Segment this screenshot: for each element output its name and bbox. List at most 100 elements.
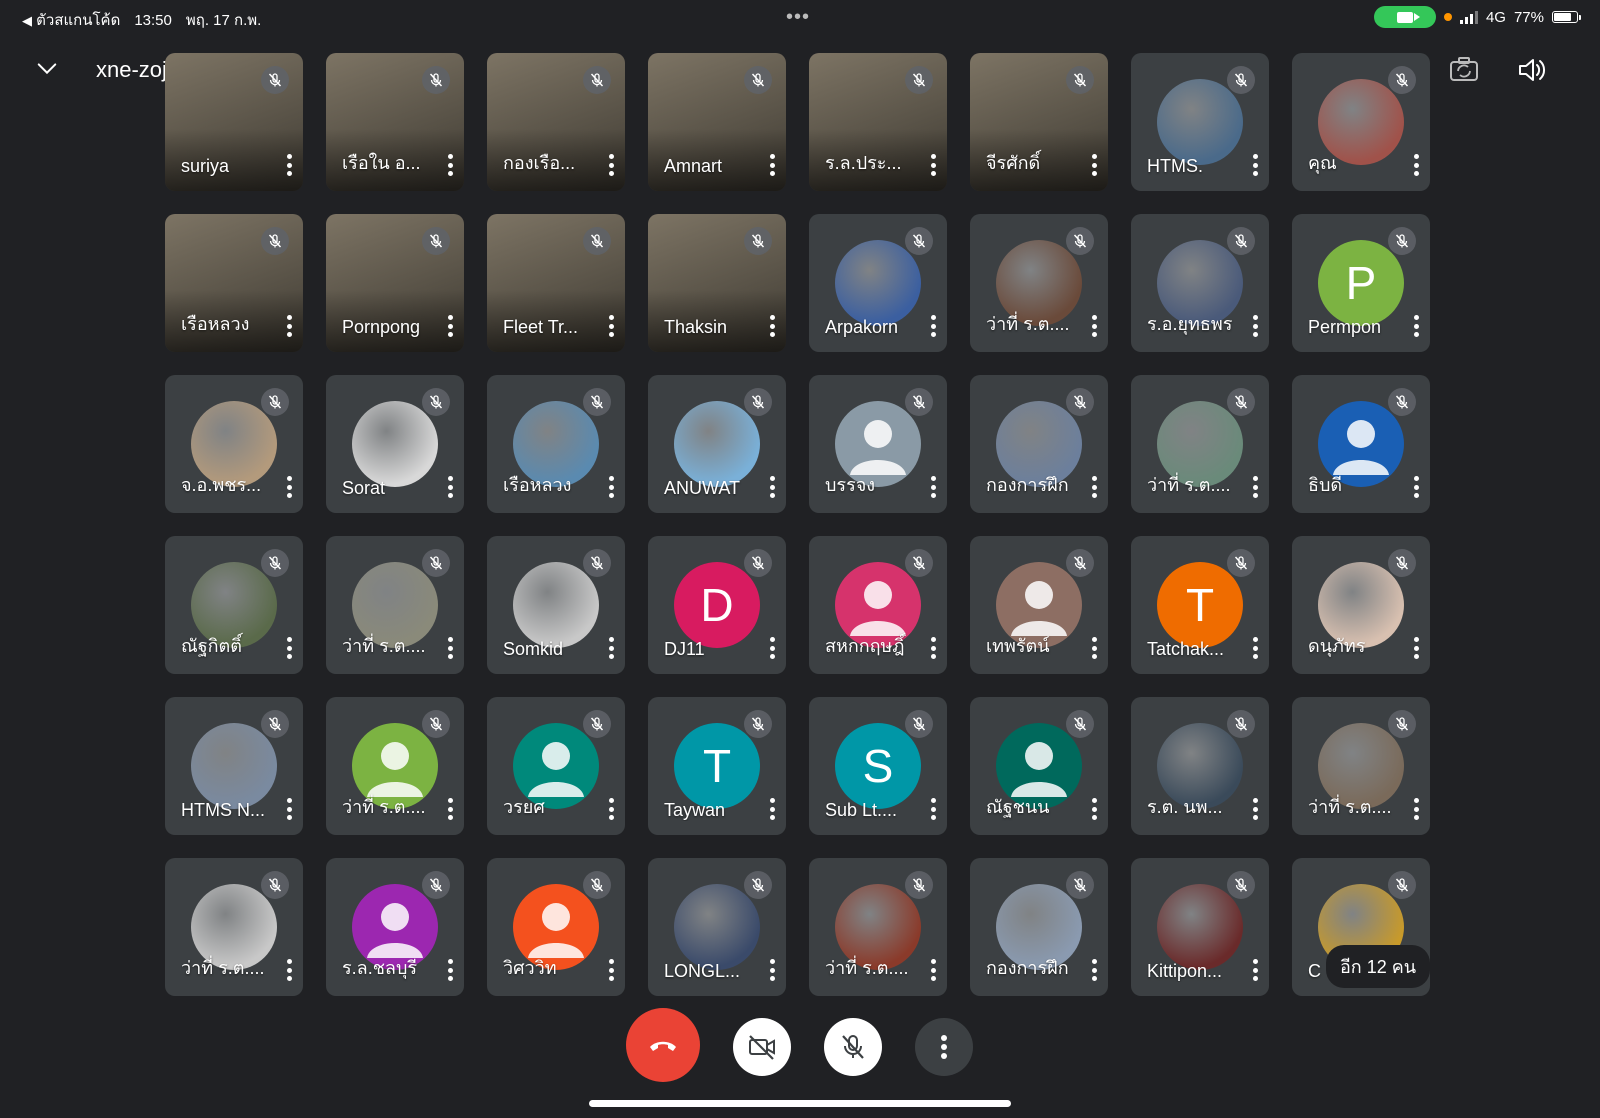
tile-more-icon[interactable] xyxy=(608,476,614,498)
participant-tile[interactable]: T Tatchak... xyxy=(1131,536,1269,674)
tile-more-icon[interactable] xyxy=(1091,154,1097,176)
tile-more-icon[interactable] xyxy=(769,154,775,176)
tile-more-icon[interactable] xyxy=(1091,798,1097,820)
participant-tile[interactable]: ร.ล.ชลบุรี xyxy=(326,858,464,996)
tile-more-icon[interactable] xyxy=(1413,637,1419,659)
tile-more-icon[interactable] xyxy=(1091,959,1097,981)
participant-tile[interactable]: เรือหลวง xyxy=(487,375,625,513)
more-options-button[interactable] xyxy=(915,1018,973,1076)
tile-more-icon[interactable] xyxy=(608,959,614,981)
participant-tile[interactable]: ณัฐชนน xyxy=(970,697,1108,835)
tile-more-icon[interactable] xyxy=(769,637,775,659)
tile-more-icon[interactable] xyxy=(608,637,614,659)
camera-in-use-icon[interactable] xyxy=(1373,6,1436,28)
tile-more-icon[interactable] xyxy=(769,959,775,981)
participant-tile[interactable]: กองเรือ... xyxy=(487,53,625,191)
tile-more-icon[interactable] xyxy=(1252,315,1258,337)
participant-tile[interactable]: LONGL... xyxy=(648,858,786,996)
tile-more-icon[interactable] xyxy=(769,476,775,498)
participant-tile[interactable]: สหกกฤษฎิ์ xyxy=(809,536,947,674)
chevron-down-icon[interactable] xyxy=(36,58,58,80)
tile-more-icon[interactable] xyxy=(608,315,614,337)
tile-more-icon[interactable] xyxy=(1252,154,1258,176)
tile-more-icon[interactable] xyxy=(447,798,453,820)
participant-tile[interactable]: Amnart xyxy=(648,53,786,191)
participant-tile[interactable]: คุณ xyxy=(1292,53,1430,191)
participant-tile[interactable]: T Taywan xyxy=(648,697,786,835)
tile-more-icon[interactable] xyxy=(930,798,936,820)
tile-more-icon[interactable] xyxy=(930,315,936,337)
participant-tile[interactable]: วิศววิท xyxy=(487,858,625,996)
participant-tile[interactable]: ดนุภัทร xyxy=(1292,536,1430,674)
participant-tile[interactable]: ว่าที่ ร.ต.... xyxy=(809,858,947,996)
participant-tile[interactable]: ว่าที่ ร.ต.... xyxy=(970,214,1108,352)
participant-tile[interactable]: C อีก 12 คน xyxy=(1292,858,1430,996)
tile-more-icon[interactable] xyxy=(930,637,936,659)
participant-tile[interactable]: วรยศ xyxy=(487,697,625,835)
tile-more-icon[interactable] xyxy=(286,315,292,337)
participant-tile[interactable]: HTMS. xyxy=(1131,53,1269,191)
home-indicator[interactable] xyxy=(589,1100,1011,1107)
tile-more-icon[interactable] xyxy=(930,959,936,981)
participant-tile[interactable]: ณัฐกิตติ์ xyxy=(165,536,303,674)
tile-more-icon[interactable] xyxy=(447,315,453,337)
participant-tile[interactable]: กองการฝึก xyxy=(970,375,1108,513)
tile-more-icon[interactable] xyxy=(286,154,292,176)
participant-tile[interactable]: จ.อ.พชร... xyxy=(165,375,303,513)
tile-more-icon[interactable] xyxy=(1413,315,1419,337)
participant-tile[interactable]: ANUWAT xyxy=(648,375,786,513)
participant-tile[interactable]: ธิบดี xyxy=(1292,375,1430,513)
participant-tile[interactable]: ร.อ.ยุทธพร xyxy=(1131,214,1269,352)
participant-tile[interactable]: จีรศักดิ์ xyxy=(970,53,1108,191)
participant-tile[interactable]: ว่าที่ ร.ต.... xyxy=(1131,375,1269,513)
tile-more-icon[interactable] xyxy=(447,637,453,659)
participant-tile[interactable]: เทพรัตน์ xyxy=(970,536,1108,674)
participant-tile[interactable]: Thaksin xyxy=(648,214,786,352)
tile-more-icon[interactable] xyxy=(1091,476,1097,498)
participant-tile[interactable]: กองการฝึก xyxy=(970,858,1108,996)
participant-tile[interactable]: ว่าที่ ร.ต.... xyxy=(326,697,464,835)
tile-more-icon[interactable] xyxy=(1413,154,1419,176)
tile-more-icon[interactable] xyxy=(1252,637,1258,659)
participant-tile[interactable]: ร.ล.ประ... xyxy=(809,53,947,191)
participant-tile[interactable]: Fleet Tr... xyxy=(487,214,625,352)
tile-more-icon[interactable] xyxy=(447,476,453,498)
tile-more-icon[interactable] xyxy=(1413,476,1419,498)
tile-more-icon[interactable] xyxy=(769,798,775,820)
back-to-app[interactable]: ◀ ตัวสแกนโค้ด xyxy=(22,8,120,32)
tile-more-icon[interactable] xyxy=(608,798,614,820)
camera-toggle-button[interactable] xyxy=(733,1018,791,1076)
participant-tile[interactable]: Sorat xyxy=(326,375,464,513)
tile-more-icon[interactable] xyxy=(1252,476,1258,498)
participant-tile[interactable]: ว่าที่ ร.ต.... xyxy=(326,536,464,674)
participant-tile[interactable]: ว่าที่ ร.ต.... xyxy=(1292,697,1430,835)
tile-more-icon[interactable] xyxy=(286,798,292,820)
switch-camera-icon[interactable] xyxy=(1448,54,1480,86)
multitask-dots-icon[interactable]: ••• xyxy=(786,6,810,29)
tile-more-icon[interactable] xyxy=(1252,798,1258,820)
tile-more-icon[interactable] xyxy=(286,476,292,498)
mic-toggle-button[interactable] xyxy=(824,1018,882,1076)
participant-tile[interactable]: Pornpong xyxy=(326,214,464,352)
tile-more-icon[interactable] xyxy=(608,154,614,176)
tile-more-icon[interactable] xyxy=(769,315,775,337)
participant-tile[interactable]: ว่าที่ ร.ต.... xyxy=(165,858,303,996)
participant-tile[interactable]: D DJ11 xyxy=(648,536,786,674)
tile-more-icon[interactable] xyxy=(930,476,936,498)
tile-more-icon[interactable] xyxy=(1413,798,1419,820)
participant-tile[interactable]: Arpakorn xyxy=(809,214,947,352)
participant-tile[interactable]: suriya xyxy=(165,53,303,191)
tile-more-icon[interactable] xyxy=(447,154,453,176)
participant-tile[interactable]: เรือใน อ... xyxy=(326,53,464,191)
tile-more-icon[interactable] xyxy=(447,959,453,981)
participant-tile[interactable]: Somkid xyxy=(487,536,625,674)
hang-up-button[interactable] xyxy=(626,1008,700,1082)
participant-tile[interactable]: Kittipon... xyxy=(1131,858,1269,996)
tile-more-icon[interactable] xyxy=(1091,637,1097,659)
participant-tile[interactable]: ร.ต. นพ... xyxy=(1131,697,1269,835)
participant-tile[interactable]: เรือหลวง xyxy=(165,214,303,352)
participant-tile[interactable]: บรรจง xyxy=(809,375,947,513)
tile-more-icon[interactable] xyxy=(930,154,936,176)
tile-more-icon[interactable] xyxy=(1091,315,1097,337)
participant-tile[interactable]: P Permpon xyxy=(1292,214,1430,352)
